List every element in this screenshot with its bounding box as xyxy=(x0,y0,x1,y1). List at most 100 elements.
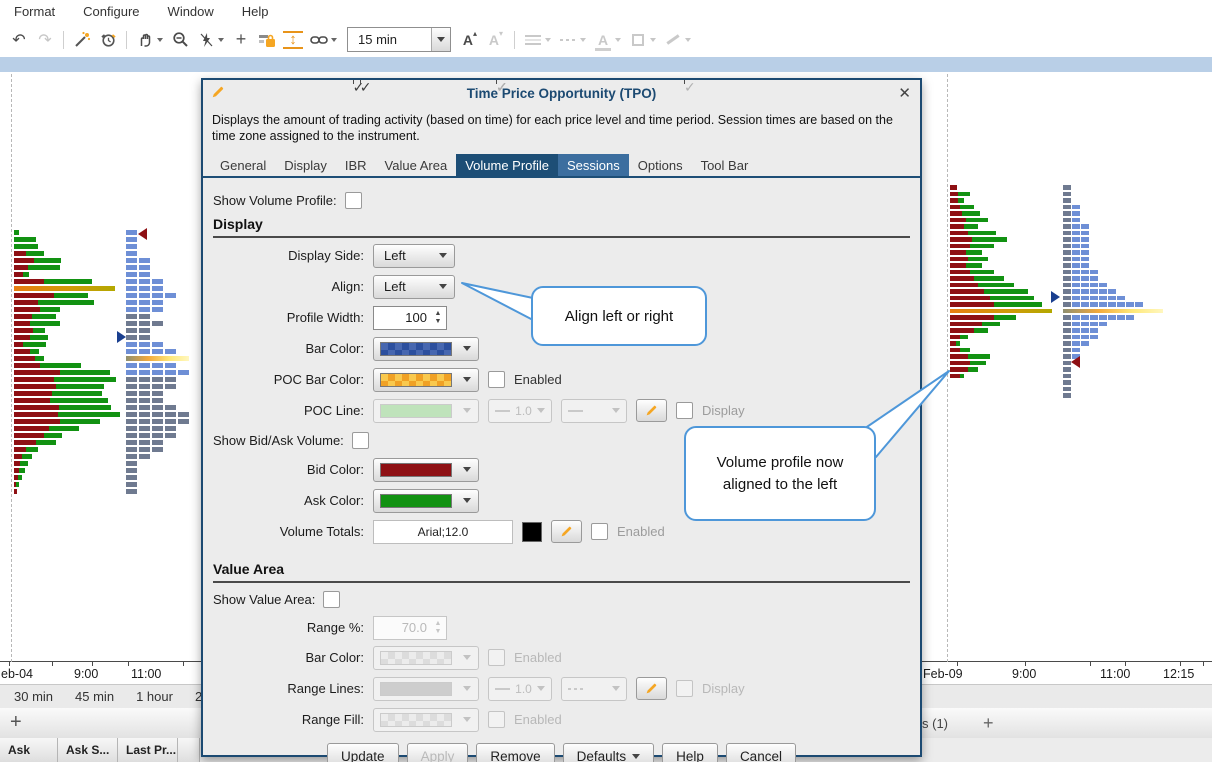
poc-line-edit-button[interactable] xyxy=(636,399,667,422)
tab-sessions[interactable]: Sessions xyxy=(558,154,629,176)
chevron-down-icon[interactable] xyxy=(580,38,586,42)
font-decrease-icon[interactable]: A▾ xyxy=(486,28,506,52)
menu-format[interactable]: Format xyxy=(14,4,55,19)
tpo-block xyxy=(1072,276,1080,281)
chevron-down-icon[interactable] xyxy=(685,38,691,42)
column-header-ask-size[interactable]: Ask S... xyxy=(58,738,118,762)
show-bid-ask-checkbox[interactable]: ✓ xyxy=(352,432,369,449)
axis-label: 12:15 xyxy=(1163,667,1194,681)
chevron-down-icon xyxy=(612,686,620,691)
range-lines-edit-button[interactable] xyxy=(636,677,667,700)
display-side-dropdown[interactable]: Left xyxy=(373,244,455,268)
timeframe-tab-1hour[interactable]: 1 hour xyxy=(136,689,173,704)
callout-volume-profile: Volume profile now aligned to the left xyxy=(684,426,876,521)
help-button[interactable]: Help xyxy=(662,743,718,762)
combo-arrow-button[interactable] xyxy=(431,28,450,51)
partial-tab-label[interactable]: s (1) xyxy=(922,716,948,731)
range-fill-color-dropdown[interactable] xyxy=(373,708,479,732)
timeframe-select[interactable]: 15 min xyxy=(347,27,451,52)
timeframe-tab-45min[interactable]: 45 min xyxy=(75,689,114,704)
tpo-block xyxy=(1126,315,1134,320)
tab-options[interactable]: Options xyxy=(629,154,692,176)
cancel-button[interactable]: Cancel xyxy=(726,743,796,762)
pointer-mode-icon[interactable] xyxy=(196,28,216,52)
range-lines-display-checkbox[interactable]: ✓ xyxy=(676,680,693,697)
font-increase-icon[interactable]: A▴ xyxy=(460,28,480,52)
menu-help[interactable]: Help xyxy=(242,4,269,19)
show-volume-profile-checkbox[interactable]: ✓ xyxy=(345,192,362,209)
poc-line-display-checkbox[interactable]: ✓ xyxy=(676,402,693,419)
tab-value-area[interactable]: Value Area xyxy=(376,154,457,176)
ask-volume-bar xyxy=(974,276,1004,281)
range-lines-color-dropdown[interactable] xyxy=(373,677,479,701)
pan-hand-icon[interactable] xyxy=(135,28,155,52)
range-fill-enabled-checkbox[interactable]: ✓ xyxy=(488,711,505,728)
fit-vertical-icon[interactable]: ↕ xyxy=(283,31,303,49)
tab-ibr[interactable]: IBR xyxy=(336,154,376,176)
chevron-down-icon[interactable] xyxy=(615,38,621,42)
align-dropdown[interactable]: Left xyxy=(373,275,455,299)
ask-volume-bar xyxy=(970,244,994,249)
apply-button[interactable]: Apply xyxy=(407,743,469,762)
bid-color-dropdown[interactable] xyxy=(373,458,479,482)
pen-color-icon[interactable] xyxy=(663,28,683,52)
close-icon[interactable]: ✕ xyxy=(898,84,911,102)
font-color-icon[interactable]: A xyxy=(593,28,613,52)
spinner-arrows[interactable]: ▲▼ xyxy=(432,310,446,326)
chevron-down-icon[interactable] xyxy=(218,38,224,42)
poc-line-color-dropdown[interactable] xyxy=(373,399,479,423)
range-lines-width-dropdown[interactable]: 1.0 xyxy=(488,677,552,701)
magic-wand-icon[interactable] xyxy=(72,28,92,52)
alarm-clock-icon[interactable] xyxy=(98,28,118,52)
column-header-ask[interactable]: Ask xyxy=(0,738,58,762)
defaults-button[interactable]: Defaults xyxy=(563,743,655,762)
ask-color-dropdown[interactable] xyxy=(373,489,479,513)
chevron-down-icon[interactable] xyxy=(650,38,656,42)
tab-display[interactable]: Display xyxy=(275,154,336,176)
tab-general[interactable]: General xyxy=(211,154,275,176)
chevron-down-icon[interactable] xyxy=(331,38,337,42)
va-bar-color-dropdown[interactable] xyxy=(373,646,479,670)
chevron-down-icon xyxy=(463,467,471,472)
menu-configure[interactable]: Configure xyxy=(83,4,139,19)
poc-line-style-dropdown[interactable] xyxy=(561,399,627,423)
remove-button[interactable]: Remove xyxy=(476,743,554,762)
lock-study-icon[interactable] xyxy=(257,28,277,52)
fill-color-icon[interactable] xyxy=(628,28,648,52)
poc-bar-enabled-checkbox[interactable]: ✓ xyxy=(488,371,505,388)
tpo-block xyxy=(126,405,137,410)
redo-icon[interactable]: ↷ xyxy=(35,28,55,52)
zoom-out-icon[interactable] xyxy=(170,28,190,52)
tpo-block xyxy=(152,440,163,445)
chevron-down-icon[interactable] xyxy=(545,38,551,42)
tab-volume-profile[interactable]: Volume Profile xyxy=(456,154,558,176)
va-bar-enabled-checkbox[interactable]: ✓ xyxy=(488,649,505,666)
poc-bar-color-dropdown[interactable] xyxy=(373,368,479,392)
add-page-button[interactable]: + xyxy=(983,713,994,734)
range-pct-spinner[interactable]: 70.0 ▲▼ xyxy=(373,616,447,640)
add-tab-button[interactable]: + xyxy=(10,711,22,734)
poc-line-width-dropdown[interactable]: 1.0 xyxy=(488,399,552,423)
menu-window[interactable]: Window xyxy=(168,4,214,19)
tpo-block xyxy=(1063,387,1071,392)
crosshair-plus-icon[interactable]: + xyxy=(231,28,251,52)
profile-width-spinner[interactable]: 100 ▲▼ xyxy=(373,306,447,330)
volume-totals-edit-button[interactable] xyxy=(551,520,582,543)
bar-color-dropdown[interactable] xyxy=(373,337,479,361)
volume-totals-enabled-checkbox[interactable]: ✓ xyxy=(591,523,608,540)
show-value-area-checkbox[interactable]: ✓ xyxy=(323,591,340,608)
volume-totals-color-swatch[interactable] xyxy=(522,522,542,542)
tpo-block xyxy=(1063,393,1071,398)
line-style-icon[interactable] xyxy=(558,28,578,52)
volume-totals-font-field[interactable]: Arial;12.0 xyxy=(373,520,513,544)
update-button[interactable]: Update xyxy=(327,743,399,762)
timeframe-tab-30min[interactable]: 30 min xyxy=(14,689,53,704)
ask-volume-bar xyxy=(994,315,1016,320)
chevron-down-icon[interactable] xyxy=(157,38,163,42)
link-charts-icon[interactable] xyxy=(309,28,329,52)
range-lines-style-dropdown[interactable] xyxy=(561,677,627,701)
line-width-icon[interactable] xyxy=(523,28,543,52)
undo-icon[interactable]: ↶ xyxy=(9,28,29,52)
tab-tool-bar[interactable]: Tool Bar xyxy=(692,154,758,176)
column-header-last-price[interactable]: Last Pr... xyxy=(118,738,178,762)
